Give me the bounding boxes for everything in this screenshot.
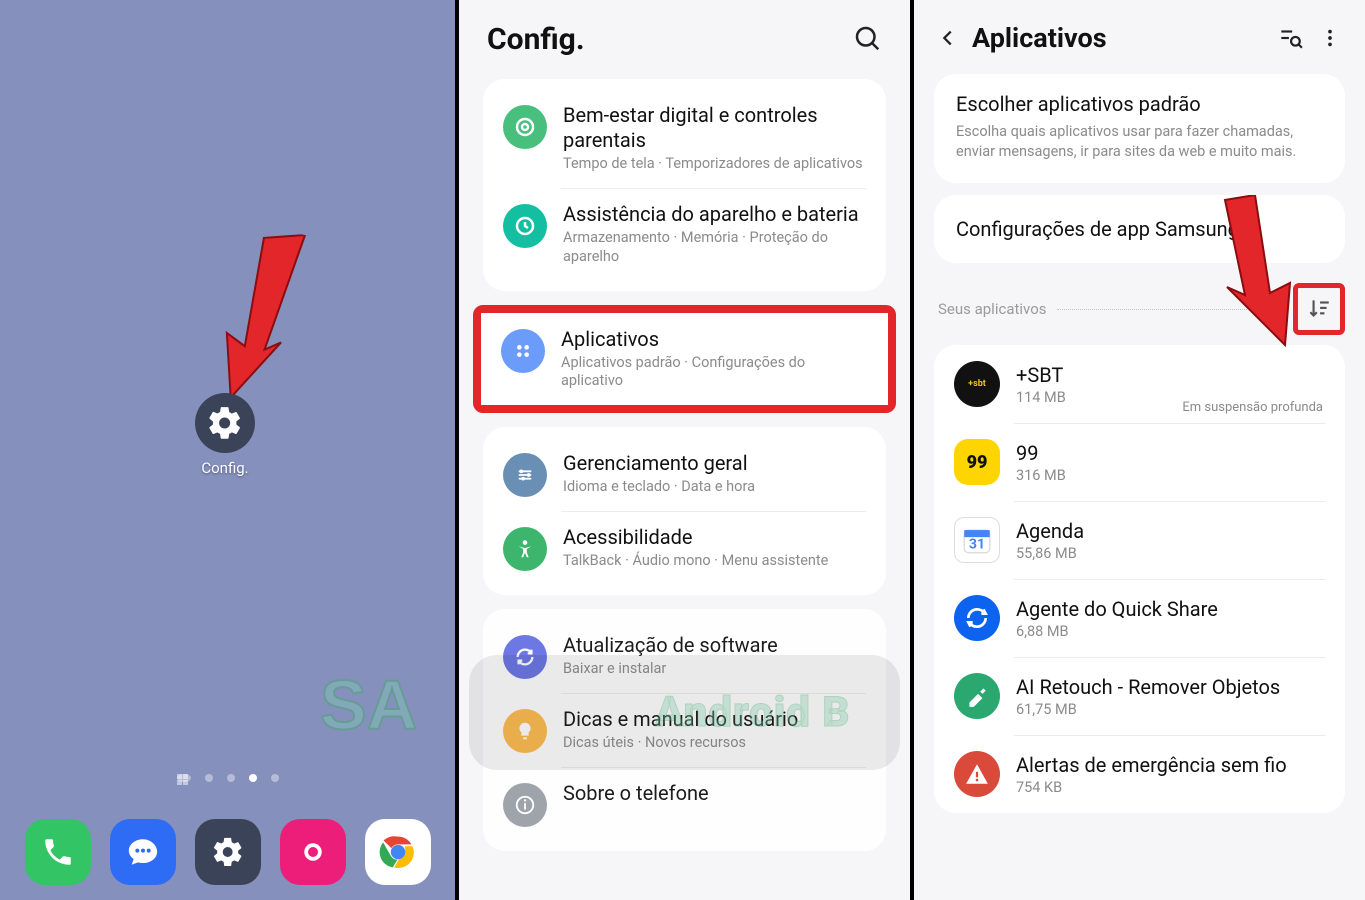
settings-card: Bem-estar digital e controles parentais T… xyxy=(483,79,886,291)
settings-item-about[interactable]: Sobre o telefone xyxy=(483,767,886,841)
item-subtitle: Armazenamento · Memória · Proteção do ap… xyxy=(563,229,866,267)
phone-app-icon[interactable] xyxy=(25,819,91,885)
apps-panel: Aplicativos Escolher aplicativos padrão … xyxy=(910,0,1365,900)
item-title: Gerenciamento geral xyxy=(563,451,866,476)
item-title: Assistência do aparelho e bateria xyxy=(563,202,866,227)
highlight-box: AplicativosAplicativos padrão · Configur… xyxy=(473,305,896,414)
item-title: Aplicativos xyxy=(561,327,868,352)
messages-app-icon[interactable] xyxy=(110,819,176,885)
update-icon xyxy=(503,635,547,679)
settings-item-digital-wellbeing[interactable]: Bem-estar digital e controles parentais T… xyxy=(483,89,886,188)
item-title: Bem-estar digital e controles parentais xyxy=(563,103,866,153)
app-name: Agente do Quick Share xyxy=(1016,597,1325,621)
general-icon xyxy=(503,453,547,497)
app-size: 754 KB xyxy=(1016,779,1325,796)
app-size: 61,75 MB xyxy=(1016,701,1325,718)
camera-app-icon[interactable] xyxy=(280,819,346,885)
app-name: Agenda xyxy=(1016,519,1325,543)
settings-item-device-care[interactable]: Assistência do aparelho e bateriaArmazen… xyxy=(483,188,886,281)
ai-retouch-icon xyxy=(954,673,1000,719)
app-name: +SBT xyxy=(1016,363,1325,387)
app-name: 99 xyxy=(1016,441,1325,465)
card-subtitle: Escolha quais aplicativos usar para faze… xyxy=(956,122,1323,161)
settings-card: Gerenciamento geral Idioma e teclado · Da… xyxy=(483,427,886,595)
svg-text:31: 31 xyxy=(969,537,985,553)
apps-drawer-dot xyxy=(177,774,191,782)
gear-icon xyxy=(195,393,255,453)
home-screen-panel: Config. xyxy=(0,0,455,900)
dock xyxy=(0,819,455,885)
lightbulb-icon xyxy=(503,709,547,753)
accessibility-icon xyxy=(503,527,547,571)
item-subtitle: Aplicativos padrão · Configurações do ap… xyxy=(561,354,868,392)
settings-item-accessibility[interactable]: Acessibilidade TalkBack · Áudio mono · Me… xyxy=(483,511,886,585)
more-menu-button[interactable] xyxy=(1315,27,1345,49)
card-title: Escolher aplicativos padrão xyxy=(956,92,1323,116)
section-label: Seus aplicativos xyxy=(938,300,1047,318)
app-row-quickshare[interactable]: Agente do Quick Share 6,88 MB xyxy=(934,579,1345,657)
apps-icon xyxy=(501,329,545,373)
settings-header: Config. xyxy=(459,0,910,65)
app-size: 55,86 MB xyxy=(1016,545,1325,562)
app-size: 316 MB xyxy=(1016,467,1325,484)
item-title: Sobre o telefone xyxy=(563,781,866,806)
item-subtitle: Baixar e instalar xyxy=(563,660,866,679)
settings-title: Config. xyxy=(487,22,585,57)
apps-header: Aplicativos xyxy=(914,0,1365,62)
annotation-arrow xyxy=(1215,195,1325,354)
calendar-icon: 31 xyxy=(954,517,1000,563)
app-row-ai-retouch[interactable]: AI Retouch - Remover Objetos 61,75 MB xyxy=(934,657,1345,735)
chrome-app-icon[interactable] xyxy=(365,819,431,885)
back-button[interactable] xyxy=(934,24,962,52)
app-row-agenda[interactable]: 31 Agenda 55,86 MB xyxy=(934,501,1345,579)
item-subtitle: TalkBack · Áudio mono · Menu assistente xyxy=(563,552,866,571)
item-title: Dicas e manual do usuário xyxy=(563,707,866,732)
item-subtitle: Dicas úteis · Novos recursos xyxy=(563,734,866,753)
item-title: Acessibilidade xyxy=(563,525,866,550)
app-row-alerts[interactable]: Alertas de emergência sem fio 754 KB xyxy=(934,735,1345,813)
filter-search-button[interactable] xyxy=(1275,25,1305,51)
wellbeing-icon xyxy=(503,105,547,149)
settings-item-general[interactable]: Gerenciamento geral Idioma e teclado · Da… xyxy=(483,437,886,511)
settings-panel: Config. Bem-estar digital e controles pa… xyxy=(455,0,910,900)
settings-dock-icon[interactable] xyxy=(195,819,261,885)
app-row-99[interactable]: 99 99 316 MB xyxy=(934,423,1345,501)
search-button[interactable] xyxy=(852,23,882,57)
app-row-sbt[interactable]: +sbt +SBT114 MB Em suspensão profunda xyxy=(934,345,1345,423)
quickshare-icon xyxy=(954,595,1000,641)
about-icon xyxy=(503,783,547,827)
app-icon: 99 xyxy=(954,439,1000,485)
default-apps-card[interactable]: Escolher aplicativos padrão Escolha quai… xyxy=(934,74,1345,183)
settings-item-software-update[interactable]: Atualização de software Baixar e instalar xyxy=(483,619,886,693)
app-icon: +sbt xyxy=(954,361,1000,407)
item-subtitle: Tempo de tela · Temporizadores de aplica… xyxy=(563,155,866,174)
app-status: Em suspensão profunda xyxy=(1182,400,1323,415)
item-title: Atualização de software xyxy=(563,633,866,658)
settings-app-shortcut[interactable]: Config. xyxy=(195,393,255,477)
page-indicator[interactable] xyxy=(0,774,455,782)
app-name: Alertas de emergência sem fio xyxy=(1016,753,1325,777)
apps-title: Aplicativos xyxy=(972,22,1265,54)
app-label: Config. xyxy=(195,459,255,477)
settings-item-apps[interactable]: AplicativosAplicativos padrão · Configur… xyxy=(481,313,888,406)
annotation-arrow xyxy=(195,221,320,414)
settings-item-tips[interactable]: Dicas e manual do usuário Dicas úteis · N… xyxy=(483,693,886,767)
app-name: AI Retouch - Remover Objetos xyxy=(1016,675,1325,699)
app-list: +sbt +SBT114 MB Em suspensão profunda 99… xyxy=(934,345,1345,813)
alert-icon xyxy=(954,751,1000,797)
settings-card: Atualização de software Baixar e instalar… xyxy=(483,609,886,851)
device-care-icon xyxy=(503,204,547,248)
item-subtitle: Idioma e teclado · Data e hora xyxy=(563,478,866,497)
app-size: 6,88 MB xyxy=(1016,623,1325,640)
